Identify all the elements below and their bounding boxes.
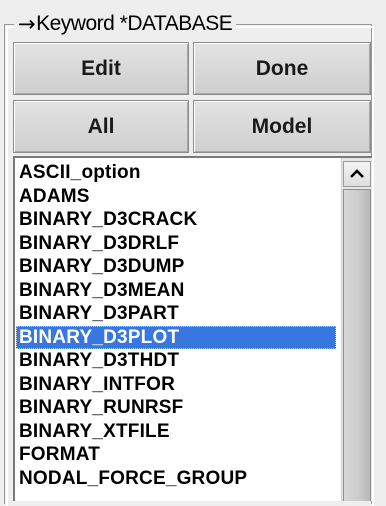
list-item[interactable]: FORMAT	[16, 443, 336, 467]
keyword-listbox[interactable]: ASCII_option ADAMS BINARY_D3CRACK BINARY_D3…	[13, 156, 372, 501]
list-item[interactable]: BINARY_D3DRLF	[16, 232, 336, 256]
list-item[interactable]: BINARY_D3MEAN	[16, 279, 336, 303]
list-item[interactable]: BINARY_D3PLOT	[16, 325, 336, 349]
all-button[interactable]: All	[13, 100, 189, 153]
list-item[interactable]: BINARY_D3THDT	[16, 349, 336, 373]
list-item[interactable]: BINARY_INTFOR	[16, 373, 336, 397]
arrow-icon: →	[18, 12, 36, 36]
list-item[interactable]: BINARY_XTFILE	[16, 420, 336, 444]
list-item[interactable]: BINARY_D3CRACK	[16, 208, 336, 232]
list-item[interactable]: BINARY_D3PART	[16, 302, 336, 326]
scroll-thumb[interactable]	[343, 189, 371, 501]
keyword-list: ASCII_option ADAMS BINARY_D3CRACK BINARY_D3…	[16, 161, 336, 490]
panel-title-text: Keyword *DATABASE	[36, 12, 233, 35]
list-item[interactable]: BINARY_RUNRSF	[16, 396, 336, 420]
model-button[interactable]: Model	[193, 100, 371, 153]
list-item[interactable]: BINARY_D3DUMP	[16, 255, 336, 279]
list-item[interactable]: ASCII_option	[16, 161, 336, 185]
chevron-up-icon	[350, 169, 364, 178]
vertical-scrollbar[interactable]	[341, 158, 372, 501]
panel-title: → Keyword *DATABASE	[14, 9, 237, 39]
group-frame-left	[4, 24, 5, 504]
edit-button[interactable]: Edit	[13, 42, 189, 95]
list-item[interactable]: NODAL_FORCE_GROUP	[16, 467, 336, 491]
done-button[interactable]: Done	[193, 42, 371, 95]
list-item[interactable]: ADAMS	[16, 185, 336, 209]
scroll-up-button[interactable]	[343, 161, 371, 187]
